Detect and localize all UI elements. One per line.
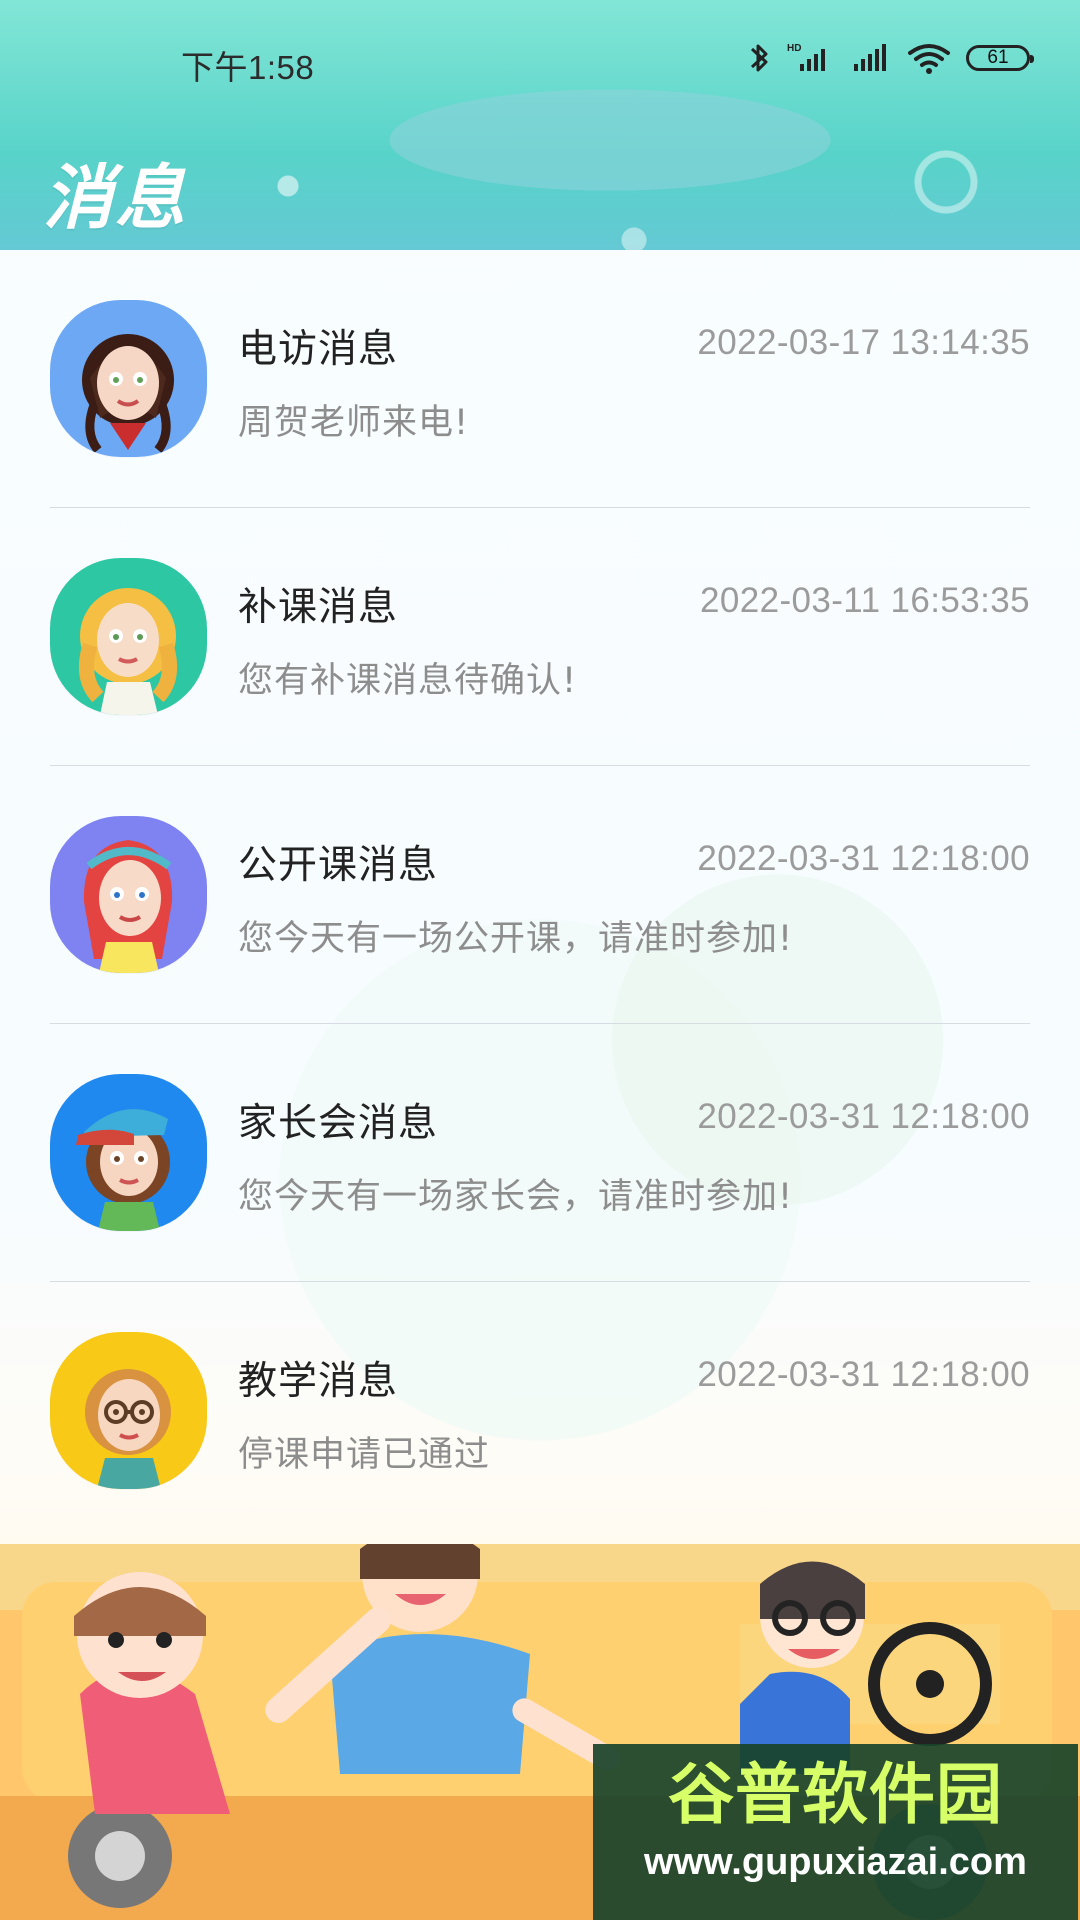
message-description: 周贺老师来电! (238, 403, 470, 443)
battery-icon: 61 (966, 45, 1034, 71)
watermark-url: www.gupuxiazai.com (644, 1841, 1027, 1883)
watermark-title: 谷普软件园 (668, 1756, 1003, 1833)
bluetooth-icon (750, 44, 768, 72)
page-title: 消息 (43, 157, 187, 239)
watermark: 谷普软件园 www.gupuxiazai.com (593, 1744, 1078, 1920)
message-item-open-class[interactable]: 公开课消息 2022-03-31 12:18:00 您今天有一场公开课，请准时参… (50, 766, 1030, 1024)
message-time: 2022-03-17 13:14:35 (697, 323, 1030, 362)
status-time: 下午1:58 (181, 49, 315, 86)
message-title: 家长会消息 (238, 1101, 439, 1146)
signal-icon (854, 44, 886, 71)
message-time: 2022-03-31 12:18:00 (697, 1097, 1030, 1136)
message-title: 补课消息 (238, 585, 399, 630)
message-title: 电访消息 (238, 327, 399, 372)
message-description: 停课申请已通过 (238, 1435, 491, 1475)
wifi-icon (908, 44, 950, 74)
avatar-illustration (50, 816, 207, 973)
girl-cap-avatar (50, 1074, 207, 1231)
avatar-illustration (50, 558, 207, 715)
message-time: 2022-03-31 12:18:00 (697, 839, 1030, 878)
girl-black-hair-avatar (50, 300, 207, 457)
app-header: 下午1:58 HD 61 消息 (0, 0, 1080, 250)
girl-red-hair-avatar (50, 816, 207, 973)
message-list: 电访消息 2022-03-17 13:14:35 周贺老师来电! 补课消息 20… (0, 250, 1080, 1544)
message-title: 公开课消息 (238, 843, 439, 888)
message-item-teaching[interactable]: 教学消息 2022-03-31 12:18:00 停课申请已通过 (50, 1282, 1030, 1540)
avatar-illustration (50, 1074, 207, 1231)
message-item-phone-visit[interactable]: 电访消息 2022-03-17 13:14:35 周贺老师来电! (50, 250, 1030, 508)
svg-text:HD: HD (787, 43, 801, 54)
messages-screen: 下午1:58 HD 61 消息 电访消息 2022-03-17 13:14:35… (0, 0, 1080, 1920)
status-icons: HD 61 (748, 40, 1034, 76)
girl-blonde-hair-avatar (50, 558, 207, 715)
message-item-parent-meeting[interactable]: 家长会消息 2022-03-31 12:18:00 您今天有一场家长会，请准时参… (50, 1024, 1030, 1282)
message-description: 您今天有一场家长会，请准时参加! (238, 1177, 794, 1217)
message-description: 您今天有一场公开课，请准时参加! (238, 919, 794, 959)
avatar-illustration (50, 1332, 207, 1489)
hd-signal-icon: HD (787, 43, 825, 71)
message-title: 教学消息 (238, 1359, 399, 1404)
message-time: 2022-03-11 16:53:35 (700, 581, 1030, 620)
message-item-makeup-class[interactable]: 补课消息 2022-03-11 16:53:35 您有补课消息待确认! (50, 508, 1030, 766)
avatar-illustration (50, 300, 207, 457)
message-time: 2022-03-31 12:18:00 (697, 1355, 1030, 1394)
girl-glasses-avatar (50, 1332, 207, 1489)
message-description: 您有补课消息待确认! (238, 661, 578, 701)
bottom-cartoon-illustration: 谷普软件园 www.gupuxiazai.com (0, 1544, 1080, 1920)
